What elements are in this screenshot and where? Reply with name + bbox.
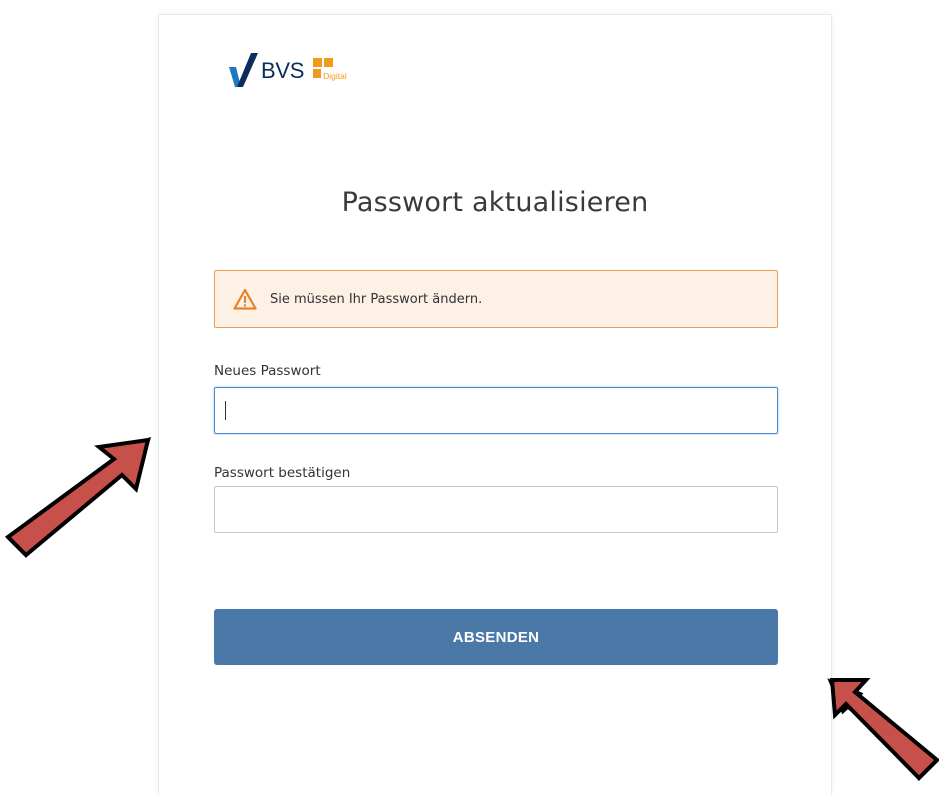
- warning-triangle-icon: [233, 288, 257, 310]
- bvs-digital-logo: BVS Digital: [227, 53, 347, 89]
- submit-button[interactable]: ABSENDEN: [214, 609, 778, 665]
- logo-digital-mark: Digital: [313, 58, 347, 81]
- logo-sub-text: Digital: [323, 71, 347, 81]
- confirm-password-field[interactable]: [214, 486, 778, 533]
- login-card: BVS Digital Passwort aktualisieren Sie m…: [158, 14, 832, 795]
- left-annotation-arrow: [4, 437, 151, 558]
- warning-alert: Sie müssen Ihr Passwort ändern.: [214, 270, 778, 328]
- right-annotation-arrow: [827, 678, 939, 781]
- logo-brand-text: BVS: [261, 58, 305, 83]
- bvs-v-mark-icon: [229, 53, 258, 87]
- new-password-label: Neues Passwort: [214, 363, 321, 379]
- page-title: Passwort aktualisieren: [341, 187, 649, 218]
- text-caret: [225, 401, 226, 420]
- alert-message: Sie müssen Ihr Passwort ändern.: [270, 291, 483, 307]
- new-password-field[interactable]: [214, 387, 778, 434]
- confirm-password-label: Passwort bestätigen: [214, 465, 351, 481]
